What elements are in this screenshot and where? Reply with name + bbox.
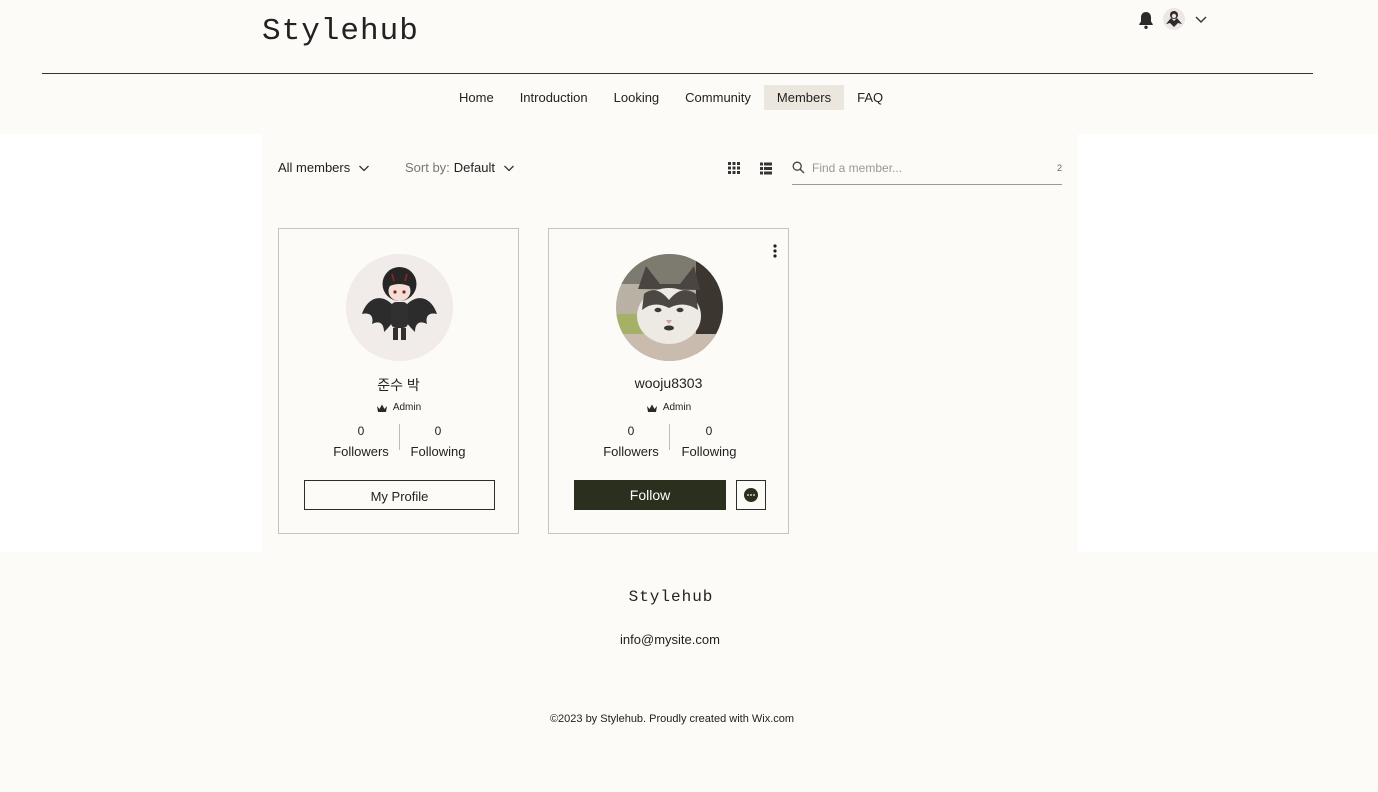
bell-icon[interactable]	[1136, 10, 1156, 30]
followers-label: Followers	[333, 444, 389, 459]
footer-logo: Stylehub	[628, 588, 714, 606]
member-search-input[interactable]: Find a member... 2	[792, 158, 1062, 185]
chevron-down-icon	[359, 165, 370, 171]
nav-item-community[interactable]: Community	[672, 85, 764, 110]
members-panel: All members Sort by: Default Find a memb…	[262, 134, 1078, 552]
following-label: Following	[681, 444, 737, 459]
following-stat[interactable]: 0 Following	[398, 424, 478, 459]
member-stats: 0 Followers 0 Following	[279, 424, 518, 464]
nav-item-looking[interactable]: Looking	[601, 85, 673, 110]
chat-button[interactable]	[736, 480, 766, 510]
member-stats: 0 Followers 0 Following	[549, 424, 788, 464]
main-section: All members Sort by: Default Find a memb…	[0, 134, 1378, 552]
followers-label: Followers	[603, 444, 659, 459]
followers-stat[interactable]: 0 Followers	[591, 424, 671, 459]
sort-dropdown[interactable]: Sort by: Default	[405, 160, 515, 175]
member-name[interactable]: 준수 박	[279, 375, 518, 395]
main-nav: Home Introduction Looking Community Memb…	[446, 85, 896, 110]
follow-button[interactable]: Follow	[574, 480, 726, 510]
member-role-badge: Admin	[279, 402, 518, 413]
chevron-down-icon[interactable]	[1194, 12, 1208, 26]
crown-icon	[376, 404, 387, 412]
my-profile-button[interactable]: My Profile	[304, 480, 495, 510]
following-stat[interactable]: 0 Following	[669, 424, 749, 459]
member-card: 준수 박 Admin 0 Followers 0 Following My Pr…	[278, 228, 519, 534]
member-avatar[interactable]	[346, 254, 453, 361]
site-header: Stylehub Home Introduction Looking Commu…	[0, 0, 1378, 134]
nav-item-members[interactable]: Members	[763, 85, 845, 110]
footer-copyright: ©2023 by Stylehub. Proudly created with …	[549, 713, 795, 725]
chat-icon	[744, 488, 758, 502]
followers-stat[interactable]: 0 Followers	[321, 424, 401, 459]
role-label: Admin	[662, 402, 692, 413]
footer-email-link[interactable]: info@mysite.com	[620, 628, 720, 652]
account-area	[1136, 8, 1216, 30]
followers-count: 0	[627, 424, 635, 438]
member-avatar[interactable]	[616, 254, 723, 361]
site-footer: Stylehub info@mysite.com ©2023 by Styleh…	[0, 552, 1378, 792]
role-label: Admin	[392, 402, 422, 413]
member-name[interactable]: wooju8303	[549, 375, 788, 391]
nav-item-home[interactable]: Home	[446, 85, 507, 110]
member-card: wooju8303 Admin 0 Followers 0 Following …	[548, 228, 789, 534]
following-count: 0	[705, 424, 713, 438]
member-count: 2	[1056, 163, 1062, 173]
followers-count: 0	[357, 424, 365, 438]
filter-label: All members	[278, 160, 351, 175]
avatar-icon[interactable]	[1163, 8, 1185, 30]
following-count: 0	[434, 424, 442, 438]
search-icon	[792, 161, 805, 174]
sort-value: Default	[453, 160, 495, 175]
members-filter-dropdown[interactable]: All members	[278, 160, 370, 175]
grid-view-icon[interactable]	[727, 161, 741, 175]
header-divider	[42, 73, 1313, 74]
member-role-badge: Admin	[549, 402, 788, 413]
sort-prefix: Sort by:	[405, 160, 450, 175]
crown-icon	[646, 404, 657, 412]
nav-item-introduction[interactable]: Introduction	[507, 85, 601, 110]
nav-item-faq[interactable]: FAQ	[844, 85, 896, 110]
site-logo[interactable]: Stylehub	[262, 14, 419, 49]
more-icon[interactable]	[770, 243, 780, 259]
search-placeholder: Find a member...	[812, 161, 903, 175]
chevron-down-icon	[504, 165, 514, 171]
list-view-icon[interactable]	[759, 161, 773, 175]
following-label: Following	[410, 444, 466, 459]
